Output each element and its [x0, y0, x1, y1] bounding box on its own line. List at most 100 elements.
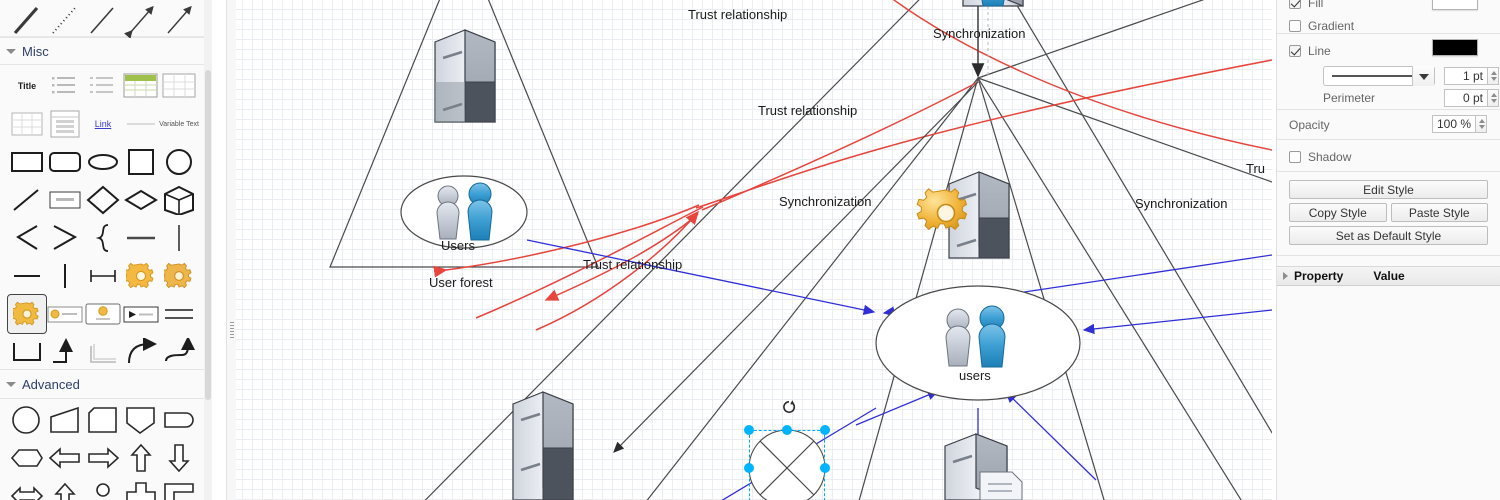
- shadow-checkbox[interactable]: [1289, 151, 1301, 163]
- shape-arrow-left[interactable]: [46, 439, 84, 477]
- shape-arrow-right[interactable]: [84, 439, 122, 477]
- shape-table-green[interactable]: [122, 67, 160, 105]
- palette-section-advanced[interactable]: Advanced: [0, 369, 212, 399]
- fill-checkbox[interactable]: [1289, 0, 1301, 9]
- shape-link[interactable]: Link: [84, 105, 122, 143]
- shape-elbow-arrow-up[interactable]: [46, 333, 84, 371]
- shape-shield[interactable]: [122, 401, 160, 439]
- selection-overlay[interactable]: [749, 430, 825, 500]
- splitter-grip-icon[interactable]: [230, 322, 234, 338]
- shape-double-arrow[interactable]: [122, 2, 160, 40]
- line-checkbox[interactable]: [1289, 45, 1301, 57]
- line-row[interactable]: Line: [1289, 39, 1488, 60]
- shape-dotted-line[interactable]: [46, 2, 84, 40]
- shape-square[interactable]: [122, 143, 160, 181]
- shape-gear-selected[interactable]: [7, 294, 47, 334]
- shape-diamond[interactable]: [84, 181, 122, 219]
- edit-style-button[interactable]: Edit Style: [1289, 180, 1488, 199]
- actor-icon[interactable]: [84, 477, 122, 500]
- fill-row[interactable]: Fill: [1289, 0, 1488, 12]
- shape-horizontal-rule[interactable]: [122, 105, 160, 143]
- shape-trapezoid[interactable]: [46, 401, 84, 439]
- shadow-row[interactable]: Shadow: [1289, 148, 1488, 166]
- shape-step-zigzag[interactable]: [8, 219, 46, 257]
- set-default-style-button[interactable]: Set as Default Style: [1289, 226, 1488, 245]
- shape-curved-arrow[interactable]: [122, 333, 160, 371]
- shape-pentagon-box[interactable]: [84, 401, 122, 439]
- copy-style-button[interactable]: Copy Style: [1289, 203, 1387, 222]
- shape-zigzag[interactable]: [46, 219, 84, 257]
- gear-icon[interactable]: [122, 257, 160, 295]
- perimeter-input[interactable]: 0 pt: [1444, 89, 1488, 107]
- shape-table-plain[interactable]: [160, 67, 198, 105]
- selection-handle-tc[interactable]: [782, 425, 792, 435]
- property-table-body[interactable]: [1277, 287, 1500, 500]
- line-width-input[interactable]: 1 pt: [1444, 67, 1488, 85]
- shape-card-with-gear[interactable]: [84, 295, 122, 333]
- gear-2-icon[interactable]: [160, 257, 198, 295]
- fill-color-swatch[interactable]: [1432, 0, 1478, 10]
- shape-callout-play[interactable]: [122, 295, 160, 333]
- perimeter-stepper[interactable]: [1488, 89, 1499, 107]
- shape-bulleted-list[interactable]: [46, 67, 84, 105]
- selection-handle-tr[interactable]: [820, 425, 830, 435]
- shape-capsule[interactable]: [160, 401, 198, 439]
- property-table-header[interactable]: Property Value: [1277, 266, 1500, 286]
- shape-ellipse[interactable]: [84, 143, 122, 181]
- chevron-right-icon[interactable]: [1283, 272, 1288, 280]
- gradient-checkbox[interactable]: [1289, 20, 1301, 32]
- shape-cube[interactable]: [160, 181, 198, 219]
- shape-arrow-up[interactable]: [122, 439, 160, 477]
- shape-vertical-dash[interactable]: [46, 257, 84, 295]
- shape-title[interactable]: Title: [8, 67, 46, 105]
- shape-table-grid[interactable]: [8, 105, 46, 143]
- shape-hexagon[interactable]: [8, 439, 46, 477]
- shape-table-with-title[interactable]: [46, 105, 84, 143]
- shape-variable-text[interactable]: Variable Text: [159, 105, 199, 143]
- gradient-row[interactable]: Gradient: [1289, 16, 1488, 36]
- line-width-stepper[interactable]: [1488, 67, 1499, 85]
- shape-textbox[interactable]: [46, 181, 84, 219]
- shape-rectangle[interactable]: [8, 143, 46, 181]
- format-panel[interactable]: Fill Gradient Line 1 pt Perimeter 0 pt O…: [1276, 0, 1500, 500]
- selection-handle-tl[interactable]: [744, 425, 754, 435]
- shape-rhombus[interactable]: [122, 181, 160, 219]
- shape-line[interactable]: [8, 181, 46, 219]
- shape-note-with-gear[interactable]: [46, 295, 84, 333]
- line-style-select[interactable]: [1323, 66, 1435, 86]
- shape-corner[interactable]: [160, 477, 198, 500]
- shape-thick-line[interactable]: [8, 2, 46, 40]
- chevron-down-icon[interactable]: [1412, 66, 1434, 86]
- selection-handle-mr[interactable]: [820, 463, 830, 473]
- chevron-down-icon[interactable]: [6, 48, 16, 54]
- shape-plain-line[interactable]: [84, 2, 122, 40]
- shape-numbered-list[interactable]: [84, 67, 122, 105]
- opacity-stepper[interactable]: [1476, 115, 1487, 133]
- shape-rounded-rectangle[interactable]: [46, 143, 84, 181]
- shape-single-arrow[interactable]: [160, 2, 198, 40]
- shape-arrow-down[interactable]: [160, 439, 198, 477]
- chevron-down-icon[interactable]: [6, 381, 16, 387]
- shape-arrow-both[interactable]: [8, 477, 46, 500]
- palette-section-misc[interactable]: Misc: [0, 37, 212, 65]
- shape-double-line[interactable]: [160, 295, 198, 333]
- selection-handle-ml[interactable]: [744, 463, 754, 473]
- shape-curly-brace[interactable]: [84, 219, 122, 257]
- shape-adv-circle[interactable]: [8, 401, 46, 439]
- paste-style-button[interactable]: Paste Style: [1390, 203, 1488, 222]
- shape-arrow-up-bar[interactable]: [46, 477, 84, 500]
- palette-scrollbar-thumb[interactable]: [205, 70, 211, 400]
- shape-dash[interactable]: [8, 257, 46, 295]
- opacity-input[interactable]: 100 %: [1432, 115, 1476, 133]
- shape-bracket-u[interactable]: [8, 333, 46, 371]
- shape-vertical-line[interactable]: [160, 219, 198, 257]
- shape-cross[interactable]: [122, 477, 160, 500]
- shape-bend-arrow[interactable]: [160, 333, 198, 371]
- shape-elbow-shadow[interactable]: [84, 333, 122, 371]
- rotate-handle-icon[interactable]: [781, 399, 797, 415]
- shape-horizontal-line[interactable]: [122, 219, 160, 257]
- diagram-canvas[interactable]: Trust relationship Synchronization Trust…: [236, 0, 1272, 500]
- line-color-swatch[interactable]: [1432, 39, 1478, 56]
- shapes-palette[interactable]: Misc Title Link Variable Text Advanced: [0, 0, 212, 500]
- shape-circle[interactable]: [160, 143, 198, 181]
